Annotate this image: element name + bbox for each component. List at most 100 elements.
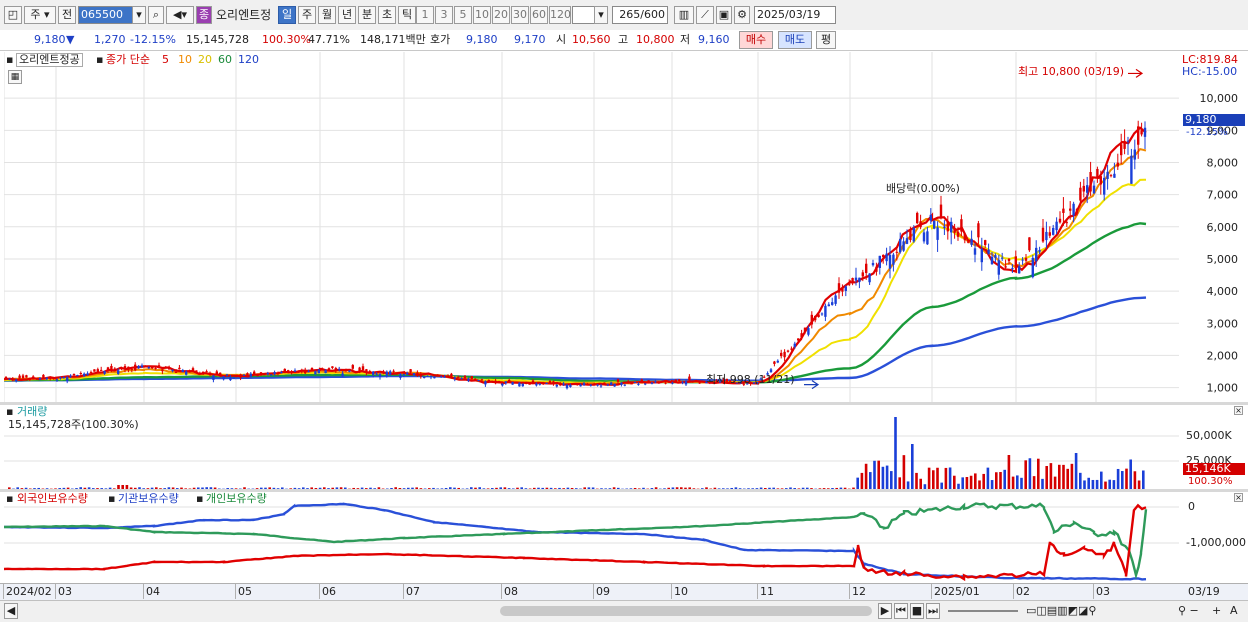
candle-body — [630, 383, 632, 384]
volume-bar — [961, 477, 964, 489]
individual-label[interactable]: 개인보유수량 — [206, 492, 267, 506]
chart-scrollbar[interactable]: ◀ ▶ ⏮ ■ ⏭ ▭◫▤▥◩◪⚲ ⚲ − + A — [0, 600, 1248, 622]
interval-button-5[interactable]: 5 — [454, 6, 472, 24]
layout-icons[interactable]: ▭◫▤▥◩◪⚲ — [1026, 604, 1096, 618]
volume-bar — [877, 461, 880, 489]
candle-body — [780, 353, 782, 356]
fast-back-icon[interactable]: ⏮ — [894, 603, 908, 619]
candle-body — [110, 366, 112, 370]
buy-button[interactable]: 매수 — [739, 31, 773, 49]
period-unit-select[interactable]: 주 ▾ — [24, 6, 56, 24]
interval-button-60[interactable]: 60 — [530, 6, 548, 24]
candle-body — [899, 239, 901, 252]
volume-bar — [995, 472, 998, 489]
period-tab-2[interactable]: 월 — [318, 6, 336, 24]
font-size-icon[interactable]: A — [1230, 604, 1238, 618]
volume-title[interactable]: 거래량 — [17, 405, 47, 419]
volume-close-icon[interactable]: × — [1234, 406, 1243, 415]
holdings-close-icon[interactable]: × — [1234, 493, 1243, 502]
interval-dropdown-icon[interactable]: ▾ — [594, 6, 608, 24]
candle-body — [668, 382, 670, 383]
zoom-in-icon[interactable]: + — [1212, 604, 1221, 618]
candle-body — [83, 374, 85, 377]
candle-body — [1106, 172, 1108, 179]
price-chart[interactable] — [4, 52, 1179, 402]
volume-bar — [1092, 480, 1095, 489]
chevron-down-icon[interactable]: ▾ — [132, 6, 146, 24]
interval-button-20[interactable]: 20 — [492, 6, 510, 24]
period-tab-6[interactable]: 틱 — [398, 6, 416, 24]
candle-body — [1001, 258, 1003, 259]
period-tab-0[interactable]: 일 — [278, 6, 296, 24]
price-tick-label: 8,000 — [1207, 156, 1239, 169]
gear-icon[interactable]: ⚙ — [734, 6, 750, 24]
interval-button-30[interactable]: 30 — [511, 6, 529, 24]
volume-bar — [1024, 460, 1027, 489]
volume-bar — [915, 473, 918, 489]
interval-button-120[interactable]: 120 — [549, 6, 571, 24]
period-tab-5[interactable]: 초 — [378, 6, 396, 24]
candle-body — [848, 284, 850, 285]
candle-body — [284, 369, 286, 373]
interval-button-3[interactable]: 3 — [435, 6, 453, 24]
stop-icon[interactable]: ■ — [910, 603, 924, 619]
volume-bar — [1142, 470, 1145, 489]
window-menu-icon[interactable]: ◰ — [4, 6, 22, 24]
grid-toggle-icon[interactable]: ▦ — [8, 70, 22, 84]
avg-button[interactable]: 평 — [816, 31, 836, 49]
save-icon[interactable]: ▣ — [716, 6, 732, 24]
volume-bar — [949, 467, 952, 489]
holdings-chart[interactable] — [4, 492, 1179, 582]
candle-body — [1004, 266, 1006, 267]
candle-body — [15, 380, 17, 382]
candle-body — [90, 372, 92, 373]
period-tab-4[interactable]: 분 — [358, 6, 376, 24]
period-tab-1[interactable]: 주 — [298, 6, 316, 24]
candle-body — [195, 370, 197, 371]
zoom-out-icon[interactable]: ⚲ − — [1178, 604, 1199, 618]
zoom-slider[interactable] — [948, 610, 1018, 612]
date-input[interactable]: 2025/03/19 — [754, 6, 836, 24]
candle-body — [885, 254, 887, 262]
candle-body — [443, 377, 445, 378]
prev-button[interactable]: 전 — [58, 6, 76, 24]
count-input[interactable]: 265/600 — [612, 6, 668, 24]
ma10-label: 10 — [178, 53, 192, 67]
interval-button-10[interactable]: 10 — [473, 6, 491, 24]
candle-body — [1096, 169, 1098, 178]
candle-body — [18, 376, 20, 379]
scroll-right-icon[interactable]: ▶ — [878, 603, 892, 619]
candle-body — [341, 373, 343, 376]
volume-bar — [1045, 466, 1048, 489]
candle-body — [841, 287, 843, 291]
draw-tool-icon[interactable]: ⟋ — [696, 6, 714, 24]
period-tab-3[interactable]: 년 — [338, 6, 356, 24]
institution-label[interactable]: 기관보유수량 — [118, 492, 179, 506]
interval-button-1[interactable]: 1 — [416, 6, 434, 24]
volume-value-label: 15,145,728주(100.30%) — [8, 418, 139, 432]
scroll-thumb[interactable] — [500, 606, 872, 616]
candle-body — [263, 374, 265, 375]
candle-body — [549, 381, 551, 383]
candle-icon[interactable]: ▥ — [674, 6, 694, 24]
speaker-icon[interactable]: ◀▾ — [166, 6, 194, 24]
search-icon[interactable]: ⌕ — [148, 6, 164, 24]
x-axis-label-10: 12 — [852, 585, 866, 599]
volume-chart[interactable] — [4, 405, 1179, 489]
candle-body — [8, 379, 10, 380]
volume-bar — [1138, 480, 1141, 489]
candle-body — [800, 333, 802, 337]
candle-body — [984, 240, 986, 245]
foreign-label[interactable]: 외국인보유수량 — [17, 492, 88, 506]
scroll-left-icon[interactable]: ◀ — [4, 603, 18, 619]
code-input[interactable]: 065500 — [78, 6, 138, 24]
candle-body — [358, 368, 360, 371]
x-axis-label-9: 11 — [760, 585, 774, 599]
price-title[interactable]: 오리엔트정공 — [16, 53, 83, 67]
fast-forward-icon[interactable]: ⏭ — [926, 603, 940, 619]
sell-button[interactable]: 매도 — [778, 31, 812, 49]
candle-body — [940, 205, 942, 219]
candle-body — [369, 371, 371, 372]
candle-body — [226, 374, 228, 375]
candle-body — [294, 370, 296, 371]
